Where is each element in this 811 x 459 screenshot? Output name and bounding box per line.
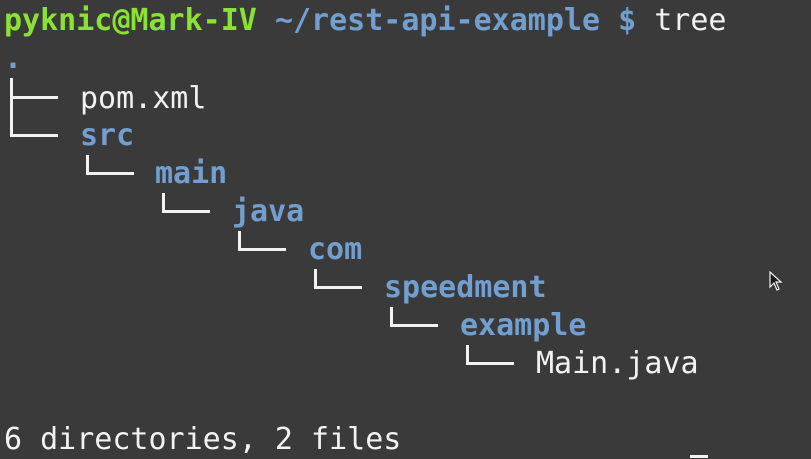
tree-entry-example: example <box>460 308 587 343</box>
tree-root: . <box>4 41 23 76</box>
tree-connector <box>10 78 58 99</box>
prompt-line: pyknic@Mark-IV ~/rest-api-example $ tree <box>4 2 726 40</box>
text-cursor <box>690 455 708 458</box>
tree-connector <box>238 231 286 251</box>
tree-summary: 6 directories, 2 files <box>4 422 402 457</box>
tree-entry-pom-xml: pom.xml <box>80 81 207 116</box>
tree-connector <box>10 97 58 137</box>
tree-connector <box>314 269 362 289</box>
tree-entry-java: java <box>232 194 305 229</box>
terminal-window[interactable]: pyknic@Mark-IV ~/rest-api-example $ tree… <box>0 0 811 459</box>
prompt-command: tree <box>654 3 727 38</box>
mouse-pointer-icon <box>769 271 783 291</box>
tree-entry-main: main <box>155 156 228 191</box>
tree-entry-speedment: speedment <box>384 270 547 305</box>
prompt-user-host: pyknic@Mark-IV <box>4 3 257 38</box>
prompt-path: ~/rest-api-example <box>274 3 601 38</box>
tree-connector <box>162 193 210 213</box>
tree-connector <box>466 345 514 365</box>
tree-connector <box>390 307 438 327</box>
tree-entry-com: com <box>308 232 363 267</box>
prompt-symbol: $ <box>618 3 637 38</box>
tree-entry-src: src <box>80 118 135 153</box>
tree-entry-main-java: Main.java <box>536 346 699 381</box>
tree-connector <box>86 155 134 175</box>
